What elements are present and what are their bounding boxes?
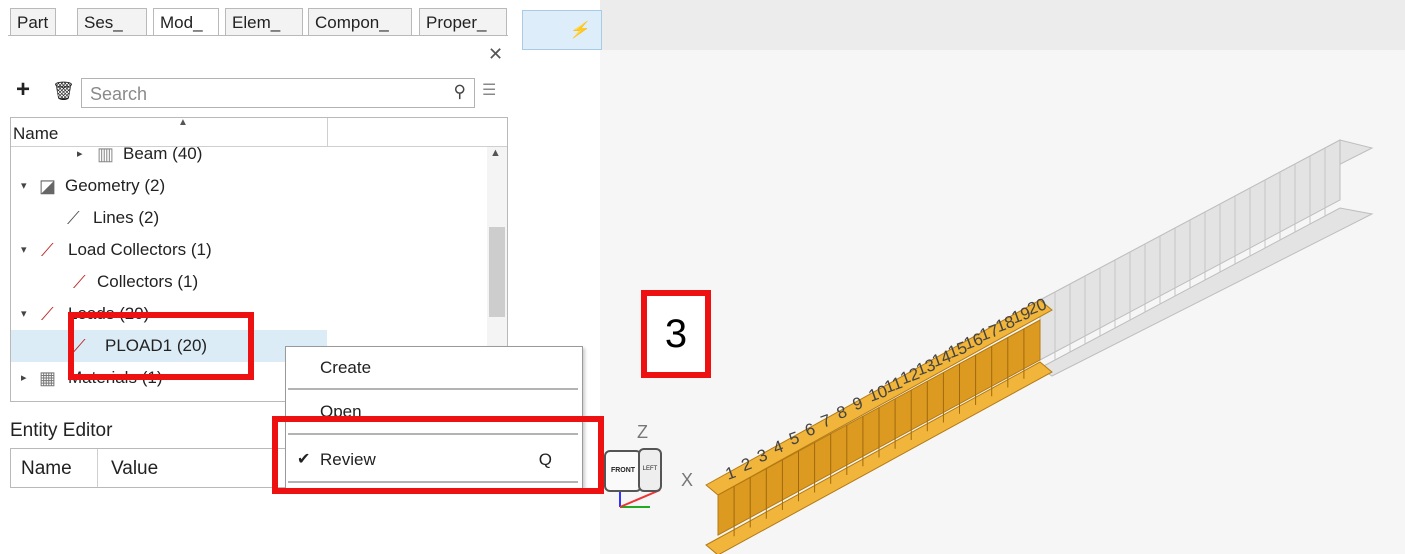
view-cube-left-face[interactable]: LEFT — [638, 448, 662, 492]
close-icon[interactable]: ✕ — [488, 44, 503, 65]
lines-icon: ⟋ — [67, 208, 80, 228]
view-cube-front-face[interactable]: FRONT — [604, 450, 642, 492]
trash-icon[interactable]: 🗑 — [52, 81, 75, 102]
column-divider — [97, 449, 98, 487]
tree-row-label: Beam — [123, 144, 168, 163]
search-field[interactable]: ⚲ — [81, 78, 475, 108]
load-icon: ⟋ — [41, 304, 54, 324]
tab-part[interactable]: Part — [10, 8, 56, 36]
tree-row-count: (2) — [138, 208, 160, 227]
tree-row-collectors[interactable]: ⟋ Collectors (1) — [11, 266, 487, 298]
tree-row-load-collectors[interactable]: ▾ ⟋ Load Collectors (1) — [11, 234, 487, 266]
tree-row-label: Load Collectors — [68, 240, 187, 259]
axis-z-label: Z — [637, 422, 648, 442]
tree-row-label: Collectors — [97, 272, 173, 291]
tab-component[interactable]: Compon_ — [308, 8, 412, 36]
menu-item-create[interactable]: Create — [286, 349, 582, 387]
highlight-box-pload1 — [68, 312, 254, 380]
tree-row-count: (1) — [190, 240, 212, 259]
tree-row-count: (40) — [172, 144, 203, 163]
tabs-divider — [8, 35, 508, 36]
entity-editor-table: Name Value — [10, 448, 300, 488]
tab-model[interactable]: Mod_ — [153, 8, 219, 36]
geometry-icon: ◪ — [39, 176, 57, 196]
scroll-up-icon[interactable]: ▲ — [490, 147, 501, 159]
material-icon: ▦ — [39, 368, 57, 388]
step-number-label: 3 — [641, 290, 711, 378]
tree-row-geometry[interactable]: ▾ ◪ Geometry (2) — [11, 170, 487, 202]
tree-row-count: (2) — [144, 176, 166, 195]
menu-separator — [288, 388, 578, 390]
entity-editor-title: Entity Editor — [10, 420, 113, 441]
view-cube[interactable]: FRONT LEFT — [604, 446, 662, 492]
tree-row-label: Geometry — [65, 176, 140, 195]
tree-row-count: (1) — [177, 272, 199, 291]
lightning-icon: ⚡ — [569, 22, 589, 39]
caret-right-icon[interactable]: ▸ — [21, 362, 27, 394]
filter-icon[interactable]: ☰ — [482, 80, 496, 100]
caret-right-icon[interactable]: ▸ — [77, 138, 83, 170]
sort-ascending-icon[interactable]: ▲ — [178, 118, 188, 128]
tab-element[interactable]: Elem_ — [225, 8, 303, 36]
add-icon[interactable]: + — [16, 78, 30, 102]
caret-down-icon[interactable]: ▾ — [21, 234, 27, 266]
column-header-name[interactable]: Name — [21, 458, 72, 480]
caret-down-icon[interactable]: ▾ — [21, 298, 27, 330]
tree-row-beam[interactable]: ▸ ▥ Beam (40) — [11, 138, 487, 170]
search-icon[interactable]: ⚲ — [454, 82, 466, 102]
beam-icon: ▥ — [97, 144, 115, 164]
scrollbar-thumb[interactable] — [489, 227, 505, 317]
menu-item-label: Create — [320, 358, 372, 377]
tree-row-label: Lines — [93, 208, 134, 227]
tree-row-lines[interactable]: ⟋ Lines (2) — [11, 202, 487, 234]
search-input[interactable] — [88, 83, 432, 106]
tab-session[interactable]: Ses_ — [77, 8, 147, 36]
column-header-value[interactable]: Value — [111, 458, 158, 480]
load-collector-icon: ⟋ — [41, 240, 54, 260]
caret-down-icon[interactable]: ▾ — [21, 170, 27, 202]
load-collector-icon: ⟋ — [73, 272, 86, 292]
axis-x-label: X — [681, 470, 694, 490]
tab-property[interactable]: Proper_ — [419, 8, 507, 36]
run-button[interactable]: ⚡ — [522, 10, 602, 50]
beam-unloaded-section — [1039, 139, 1374, 377]
highlight-box-review — [272, 416, 604, 494]
